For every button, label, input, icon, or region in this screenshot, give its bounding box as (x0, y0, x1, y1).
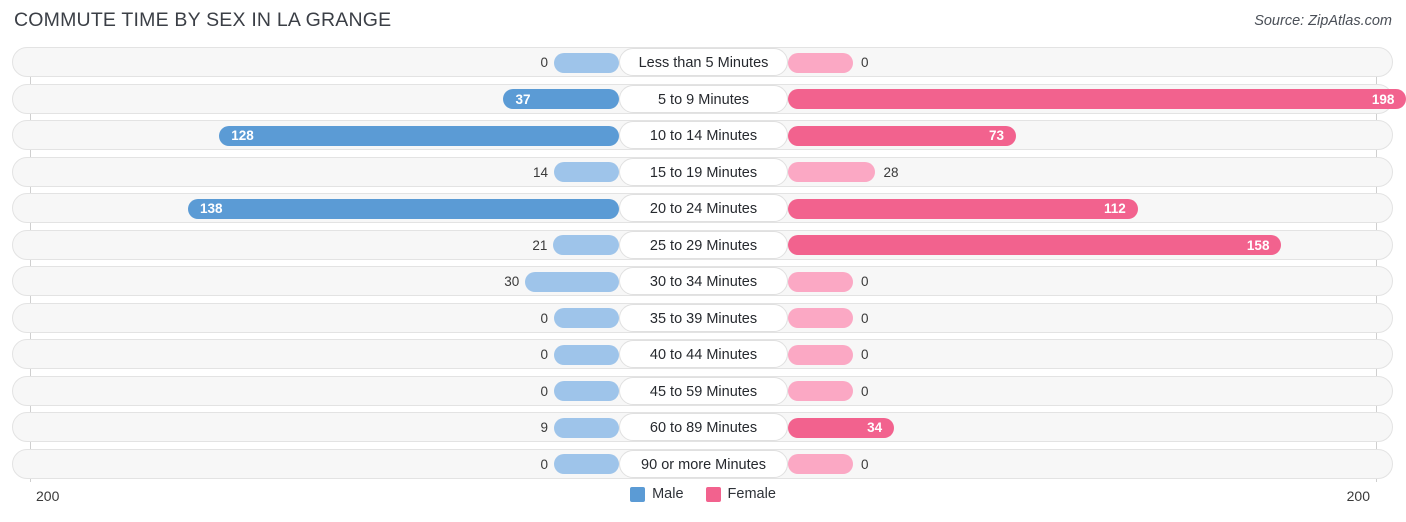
male-bar (554, 454, 619, 474)
bar-row: 138 112 20 to 24 Minutes (0, 190, 1406, 227)
bar-row: 37 198 5 to 9 Minutes (0, 81, 1406, 118)
male-bar (554, 162, 619, 182)
male-value-label: 138 (200, 201, 223, 216)
category-label: 90 or more Minutes (619, 449, 788, 478)
male-bar (554, 417, 619, 438)
bar-row: 21 158 25 to 29 Minutes (0, 227, 1406, 264)
bar-row: 0 0 45 to 59 Minutes (0, 373, 1406, 410)
legend-swatch-icon (630, 486, 646, 502)
category-label: 15 to 19 Minutes (619, 157, 788, 186)
male-bar (553, 235, 619, 255)
legend-label: Male (652, 486, 684, 502)
category-label: Less than 5 Minutes (619, 48, 788, 76)
chart-footer: 200 200 Male Female (0, 482, 1406, 522)
male-value-label: 0 (540, 383, 548, 399)
bar-row: 0 0 35 to 39 Minutes (0, 300, 1406, 337)
category-label: 60 to 89 Minutes (619, 413, 788, 441)
female-value-label: 0 (861, 347, 869, 362)
male-value-label: 0 (540, 456, 548, 472)
bar-row: 14 28 15 to 19 Minutes (0, 154, 1406, 191)
category-label: 10 to 14 Minutes (619, 121, 788, 149)
category-label: 20 to 24 Minutes (619, 194, 788, 222)
female-value-label: 0 (861, 274, 869, 289)
bar-row: 9 34 60 to 89 Minutes (0, 409, 1406, 446)
female-bar (788, 162, 876, 182)
bar-row: 0 0 40 to 44 Minutes (0, 336, 1406, 373)
legend-item[interactable]: Female (705, 486, 776, 502)
source-attribution: Source: ZipAtlas.com (1254, 13, 1392, 29)
female-value-label: 0 (861, 456, 869, 472)
page-title: COMMUTE TIME BY SEX IN LA GRANGE (14, 9, 392, 31)
category-label: 25 to 29 Minutes (619, 230, 788, 259)
male-bar (554, 381, 619, 401)
female-value-label: 158 (1246, 237, 1270, 253)
male-bar (554, 308, 619, 328)
category-label: 5 to 9 Minutes (619, 84, 788, 113)
category-label: 35 to 39 Minutes (619, 303, 788, 332)
male-value-label: 21 (532, 237, 548, 253)
male-bar (219, 125, 619, 146)
female-value-label: 112 (1104, 201, 1126, 216)
female-value-label: 198 (1371, 91, 1395, 107)
male-value-label: 128 (231, 128, 254, 143)
female-bar (788, 344, 853, 365)
legend-label: Female (727, 486, 776, 502)
male-value-label: 9 (540, 420, 548, 435)
legend-swatch-icon (705, 486, 721, 502)
female-value-label: 0 (861, 310, 869, 326)
female-bar (788, 454, 853, 474)
female-bar (788, 235, 1282, 255)
female-bar (788, 381, 853, 401)
bar-row: 30 0 30 to 34 Minutes (0, 263, 1406, 300)
bar-row: 0 0 90 or more Minutes (0, 446, 1406, 483)
female-value-label: 73 (988, 128, 1004, 143)
male-value-label: 14 (532, 164, 548, 180)
female-value-label: 28 (883, 164, 899, 180)
male-bar (554, 344, 619, 365)
male-bar (188, 198, 619, 219)
male-value-label: 37 (515, 91, 531, 107)
chart-plot-area: 0 0 Less than 5 Minutes 37 198 5 to 9 Minutes… (0, 44, 1406, 482)
female-value-label: 0 (861, 55, 869, 70)
category-label: 30 to 34 Minutes (619, 267, 788, 295)
chart-legend: Male Female (0, 486, 1406, 502)
bar-rows: 0 0 Less than 5 Minutes 37 198 5 to 9 Minutes… (0, 44, 1406, 482)
male-value-label: 0 (540, 347, 548, 362)
female-value-label: 34 (867, 420, 883, 435)
female-bar (788, 271, 853, 292)
female-bar (788, 52, 853, 73)
bar-row: 0 0 Less than 5 Minutes (0, 44, 1406, 81)
male-value-label: 0 (540, 310, 548, 326)
male-bar (554, 52, 619, 73)
female-bar (788, 308, 853, 328)
male-bar (525, 271, 619, 292)
female-value-label: 0 (861, 383, 869, 399)
male-value-label: 30 (504, 274, 520, 289)
category-label: 45 to 59 Minutes (619, 376, 788, 405)
legend-item[interactable]: Male (630, 486, 684, 502)
female-bar (788, 89, 1406, 109)
bar-row: 128 73 10 to 14 Minutes (0, 117, 1406, 154)
male-value-label: 0 (540, 55, 548, 70)
chart-header: COMMUTE TIME BY SEX IN LA GRANGE Source:… (0, 0, 1406, 44)
category-label: 40 to 44 Minutes (619, 340, 788, 368)
